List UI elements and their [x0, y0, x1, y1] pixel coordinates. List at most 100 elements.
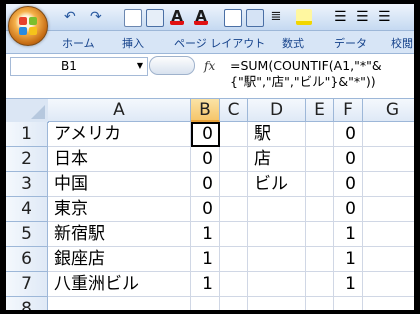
undo-icon[interactable]: ↶ — [64, 9, 80, 25]
cell-f2[interactable]: 0 — [334, 147, 363, 172]
name-box-value: B1 — [61, 59, 77, 73]
cell-g5[interactable] — [363, 222, 414, 247]
cell-d6[interactable] — [248, 247, 306, 272]
tab-formulas[interactable]: 数式 — [282, 35, 304, 51]
cell-f4[interactable]: 0 — [334, 197, 363, 222]
cell-g3[interactable] — [363, 172, 414, 197]
cell-d8[interactable] — [248, 297, 306, 310]
cell-c7[interactable] — [220, 272, 248, 297]
row-header[interactable]: 4 — [6, 197, 48, 222]
border-icon[interactable] — [146, 9, 164, 27]
cell-f7[interactable]: 1 — [334, 272, 363, 297]
cell-g6[interactable] — [363, 247, 414, 272]
cell-a6[interactable]: 銀座店 — [48, 247, 191, 272]
cell-b2[interactable]: 0 — [191, 147, 220, 172]
cell-f8[interactable] — [334, 297, 363, 310]
cell-g8[interactable] — [363, 297, 414, 310]
column-header-f[interactable]: F — [334, 99, 363, 122]
font-color-icon[interactable]: A — [170, 9, 184, 25]
formula-input[interactable]: =SUM(COUNTIF(A1,"*"& {"駅","店","ビル"}&"*")… — [230, 58, 414, 90]
column-header-g[interactable]: G — [363, 99, 414, 122]
column-header-b[interactable]: B — [191, 99, 220, 122]
cell-c6[interactable] — [220, 247, 248, 272]
row-header[interactable]: 3 — [6, 172, 48, 197]
cell-e8[interactable] — [306, 297, 334, 310]
cell-a7[interactable]: 八重洲ビル — [48, 272, 191, 297]
cell-g1[interactable] — [363, 122, 414, 147]
cell-d7[interactable] — [248, 272, 306, 297]
name-box[interactable]: B1 ▼ — [10, 57, 148, 76]
cell-c8[interactable] — [220, 297, 248, 310]
align-left-icon[interactable]: ☰ — [334, 9, 350, 25]
tab-insert[interactable]: 挿入 — [122, 35, 144, 51]
cell-b4[interactable]: 0 — [191, 197, 220, 222]
column-header-d[interactable]: D — [248, 99, 306, 122]
cell-b3[interactable]: 0 — [191, 172, 220, 197]
cell-e7[interactable] — [306, 272, 334, 297]
cell-c1[interactable] — [220, 122, 248, 147]
cell-f3[interactable]: 0 — [334, 172, 363, 197]
cell-b6[interactable]: 1 — [191, 247, 220, 272]
cell-g2[interactable] — [363, 147, 414, 172]
cell-e5[interactable] — [306, 222, 334, 247]
print-preview-icon[interactable] — [124, 9, 142, 27]
cell-g4[interactable] — [363, 197, 414, 222]
cell-b5[interactable]: 1 — [191, 222, 220, 247]
cell-d1[interactable]: 駅 — [248, 122, 306, 147]
cell-f1[interactable]: 0 — [334, 122, 363, 147]
cell-a5[interactable]: 新宿駅 — [48, 222, 191, 247]
cell-b8[interactable] — [191, 297, 220, 310]
tab-review[interactable]: 校閲 — [391, 35, 413, 51]
column-header-c[interactable]: C — [220, 99, 248, 122]
align-center-icon[interactable]: ☰ — [356, 9, 372, 25]
row-header[interactable]: 2 — [6, 147, 48, 172]
cell-d3[interactable]: ビル — [248, 172, 306, 197]
row-header[interactable]: 7 — [6, 272, 48, 297]
cell-c5[interactable] — [220, 222, 248, 247]
select-all-button[interactable] — [6, 99, 49, 123]
cell-d5[interactable] — [248, 222, 306, 247]
cell-a4[interactable]: 東京 — [48, 197, 191, 222]
cell-d4[interactable] — [248, 197, 306, 222]
fill-color-icon[interactable]: A — [194, 9, 208, 25]
cell-e1[interactable] — [306, 122, 334, 147]
formula-bar-resize-handle[interactable] — [149, 56, 195, 75]
office-button[interactable] — [8, 6, 48, 46]
filter-icon[interactable]: ≣ — [268, 9, 284, 25]
tab-data[interactable]: データ — [334, 35, 367, 51]
chevron-down-icon[interactable]: ▼ — [137, 61, 143, 70]
column-header-e[interactable]: E — [306, 99, 334, 122]
redo-icon[interactable]: ↷ — [90, 9, 106, 25]
row-header[interactable]: 8 — [6, 297, 48, 310]
cell-a1[interactable]: アメリカ — [48, 122, 191, 147]
cell-b1[interactable]: 0 — [191, 122, 220, 147]
cell-e6[interactable] — [306, 247, 334, 272]
highlight-icon[interactable] — [296, 9, 312, 25]
cell-a2[interactable]: 日本 — [48, 147, 191, 172]
cell-f5[interactable]: 1 — [334, 222, 363, 247]
align-right-icon[interactable]: ☰ — [378, 9, 394, 25]
merge-icon[interactable] — [224, 9, 242, 27]
cell-e3[interactable] — [306, 172, 334, 197]
cell-e2[interactable] — [306, 147, 334, 172]
row-header[interactable]: 6 — [6, 247, 48, 272]
insert-function-button[interactable]: fx — [204, 59, 215, 73]
cell-b7[interactable]: 1 — [191, 272, 220, 297]
cell-e4[interactable] — [306, 197, 334, 222]
row-header[interactable]: 1 — [6, 122, 48, 147]
cell-d2[interactable]: 店 — [248, 147, 306, 172]
cell-c3[interactable] — [220, 172, 248, 197]
sort-icon[interactable] — [246, 9, 264, 27]
cell-c2[interactable] — [220, 147, 248, 172]
cell-f6[interactable]: 1 — [334, 247, 363, 272]
row-header[interactable]: 5 — [6, 222, 48, 247]
tab-page-layout[interactable]: ページ レイアウト — [174, 35, 265, 51]
tab-home[interactable]: ホーム — [62, 35, 95, 51]
column-header-a[interactable]: A — [48, 99, 191, 122]
cell-g7[interactable] — [363, 272, 414, 297]
spreadsheet-grid[interactable]: A B C D E F G 1 アメリカ 0 駅 0 2 日本 0 店 0 3 中国 0 ビル 0 4 東京 0 0 5 新宿駅 1 1 6… — [6, 99, 414, 310]
cell-a3[interactable]: 中国 — [48, 172, 191, 197]
cell-c4[interactable] — [220, 197, 248, 222]
excel-window: ↶ ↷ A A ≣ ☰ ☰ ☰ ホーム 挿入 ページ レイアウト 数式 データ … — [6, 4, 414, 310]
cell-a8[interactable] — [48, 297, 191, 310]
